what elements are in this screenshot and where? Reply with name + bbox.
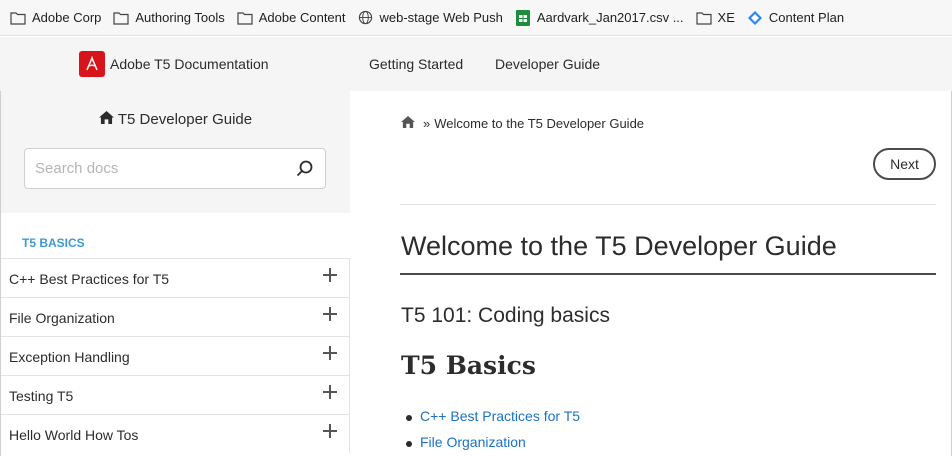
bookmark-web-stage-web-push[interactable]: web-stage Web Push	[358, 10, 503, 26]
page-title: Welcome to the T5 Developer Guide	[401, 231, 837, 261]
bookmark-adobe-corp[interactable]: Adobe Corp	[10, 10, 101, 26]
page-subtitle: T5 101: Coding basics	[401, 304, 610, 327]
sidebar-item[interactable]: Testing T5	[1, 375, 349, 414]
sidebar-title[interactable]: T5 Developer Guide	[1, 111, 350, 128]
bookmark-label: Authoring Tools	[135, 10, 225, 25]
home-icon	[98, 111, 114, 128]
bookmark-content-plan[interactable]: Content Plan	[747, 10, 844, 26]
divider	[400, 204, 936, 205]
folder-icon	[237, 10, 253, 26]
bookmark-aardvark[interactable]: Aardvark_Jan2017.csv ...	[515, 9, 684, 26]
sidebar-header: T5 Developer Guide	[1, 91, 350, 213]
sidebar: T5 Developer Guide T5 BASICS C++ Best Pr…	[0, 91, 350, 456]
sheets-icon	[515, 9, 531, 26]
home-icon[interactable]	[401, 116, 415, 131]
folder-icon	[695, 10, 712, 26]
content-link[interactable]: File Organization	[405, 434, 580, 456]
nav-getting-started[interactable]: Getting Started	[369, 56, 463, 72]
bookmarks-bar: Adobe Corp Authoring Tools Adobe Content…	[0, 0, 952, 36]
bookmark-adobe-content[interactable]: Adobe Content	[237, 10, 346, 26]
bookmark-label: Content Plan	[768, 10, 845, 25]
main-content: » Welcome to the T5 Developer Guide Next…	[349, 91, 952, 456]
sidebar-item-label: Exception Handling	[9, 349, 130, 365]
bookmark-label: Adobe Corp	[32, 10, 102, 25]
bookmark-xe[interactable]: XE	[695, 10, 735, 26]
bookmark-label: Adobe Content	[258, 10, 346, 25]
breadcrumb-separator: »	[423, 116, 431, 131]
expand-plus-icon[interactable]	[323, 424, 337, 438]
sidebar-item[interactable]: C++ Best Practices for T5	[1, 258, 349, 297]
nav-developer-guide[interactable]: Developer Guide	[495, 56, 600, 72]
section-heading: T5 Basics	[401, 351, 536, 380]
sidebar-item[interactable]: Hello World How Tos	[1, 414, 349, 453]
brand-link[interactable]: Adobe T5 Documentation	[79, 51, 269, 77]
adobe-pdf-icon	[79, 51, 105, 77]
search-input[interactable]	[25, 149, 275, 188]
title-rule	[400, 273, 936, 275]
sidebar-item[interactable]: Exception Handling	[1, 336, 349, 375]
bookmark-label: XE	[717, 10, 735, 25]
search-icon[interactable]	[295, 159, 315, 179]
globe-icon	[358, 10, 374, 26]
top-nav: Adobe T5 Documentation Getting Started D…	[0, 37, 952, 91]
breadcrumb: » Welcome to the T5 Developer Guide	[401, 116, 644, 131]
diamond-icon	[747, 10, 763, 26]
next-button[interactable]: Next	[873, 148, 936, 180]
link-list: C++ Best Practices for T5 File Organizat…	[405, 408, 580, 456]
breadcrumb-current: Welcome to the T5 Developer Guide	[434, 116, 645, 131]
expand-plus-icon[interactable]	[323, 268, 337, 282]
sidebar-list: C++ Best Practices for T5 File Organizat…	[1, 258, 350, 453]
content-link[interactable]: C++ Best Practices for T5	[405, 408, 580, 434]
sidebar-title-label: T5 Developer Guide	[117, 111, 253, 128]
expand-plus-icon[interactable]	[323, 385, 337, 399]
folder-icon	[113, 10, 129, 26]
bookmark-label: web-stage Web Push	[379, 10, 503, 25]
bookmark-label: Aardvark_Jan2017.csv ...	[536, 10, 684, 25]
sidebar-item-label: File Organization	[9, 310, 115, 326]
sidebar-item-label: C++ Best Practices for T5	[9, 271, 170, 287]
bookmark-authoring-tools[interactable]: Authoring Tools	[113, 10, 225, 26]
sidebar-item-label: Hello World How Tos	[9, 427, 139, 443]
expand-plus-icon[interactable]	[323, 307, 337, 321]
search-box	[24, 148, 326, 189]
folder-icon	[10, 10, 26, 26]
sidebar-item[interactable]: File Organization	[1, 297, 349, 336]
expand-plus-icon[interactable]	[323, 346, 337, 360]
brand-title: Adobe T5 Documentation	[110, 56, 269, 72]
section-label: T5 BASICS	[22, 236, 85, 250]
sidebar-item-label: Testing T5	[9, 388, 74, 404]
